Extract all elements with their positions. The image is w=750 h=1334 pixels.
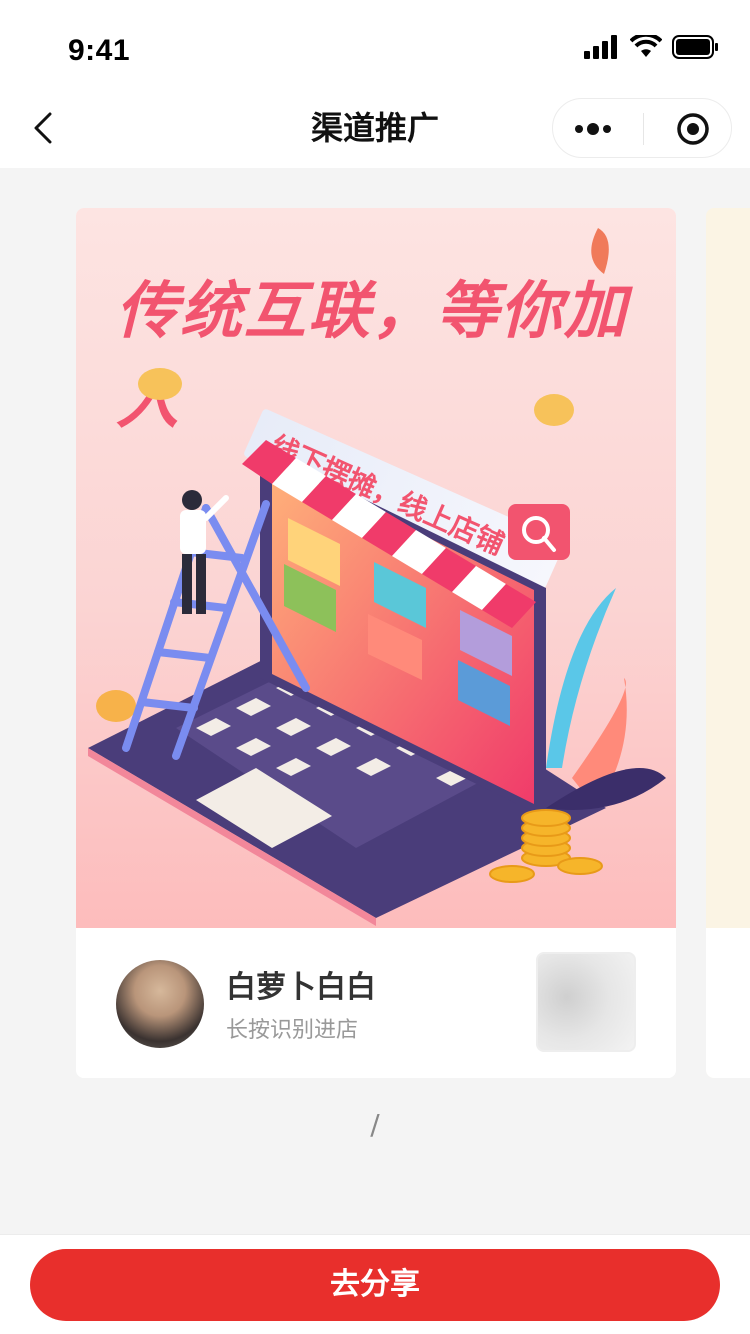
user-name: 白萝卜白白	[226, 970, 376, 1005]
battery-icon	[672, 35, 718, 59]
scan-hint: 长按识别进店	[226, 1018, 359, 1043]
poster-card[interactable]: 传统互联，等你加入 线下摆摊，线上店铺 白萝卜白白 长按识别进店	[76, 208, 676, 1078]
more-icon[interactable]	[573, 115, 613, 143]
next-poster-footer	[706, 928, 750, 1078]
bottom-bar: 去分享	[0, 1234, 750, 1334]
signal-icon	[584, 35, 617, 59]
mini-program-capsule	[552, 98, 732, 158]
qr-code[interactable]	[536, 952, 636, 1052]
status-icons	[584, 34, 720, 60]
wifi-icon	[630, 35, 662, 57]
poster-footer: 白萝卜白白 长按识别进店	[76, 928, 676, 1078]
capsule-divider	[643, 113, 644, 145]
pager-indicator: /	[370, 1108, 380, 1141]
next-poster-card[interactable]	[706, 208, 750, 1078]
laptop-shop-illustration	[88, 228, 666, 926]
status-bar: 9:41	[0, 0, 750, 88]
status-time: 9:41	[68, 34, 131, 67]
avatar	[116, 960, 204, 1048]
share-button[interactable]: 去分享	[30, 1249, 720, 1321]
close-mini-program-icon[interactable]	[675, 111, 711, 147]
nav-bar: 渠道推广	[0, 88, 750, 168]
poster-carousel[interactable]: 传统互联，等你加入 线下摆摊，线上店铺 白萝卜白白 长按识别进店 /	[0, 168, 750, 1234]
poster-illustration: 传统互联，等你加入 线下摆摊，线上店铺	[76, 208, 676, 928]
